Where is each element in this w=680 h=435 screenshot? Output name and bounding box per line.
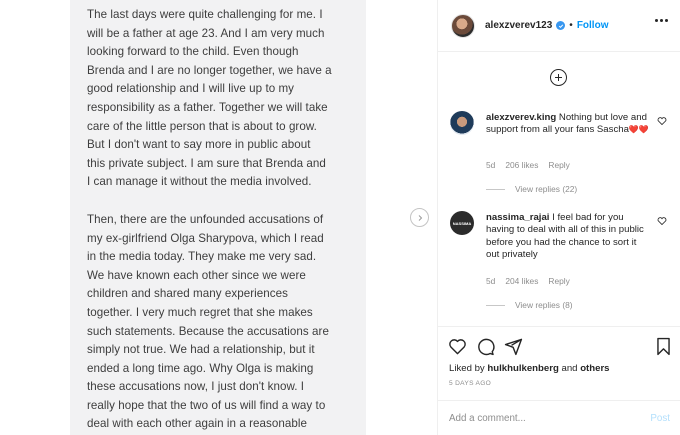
reply-button[interactable]: Reply bbox=[548, 276, 569, 286]
comment-likes[interactable]: 204 likes bbox=[505, 276, 538, 286]
author-username[interactable]: alexzverev123 bbox=[485, 20, 552, 31]
comment-likes[interactable]: 206 likes bbox=[505, 160, 538, 170]
follow-button[interactable]: Follow bbox=[577, 20, 609, 31]
commenter-avatar[interactable] bbox=[450, 111, 474, 135]
liked-prefix: Liked by bbox=[449, 363, 488, 374]
view-replies-label: View replies (22) bbox=[515, 184, 578, 194]
post-date[interactable]: 5 DAYS AGO bbox=[449, 380, 491, 387]
more-options-icon[interactable] bbox=[655, 19, 668, 22]
comment-age: 5d bbox=[486, 160, 496, 170]
reply-button[interactable]: Reply bbox=[548, 160, 569, 170]
comment-meta: 5d 206 likes Reply bbox=[486, 160, 570, 170]
commenter-username[interactable]: alexzverev.king bbox=[486, 112, 556, 123]
author-avatar[interactable] bbox=[451, 13, 475, 38]
comment-emoji: ❤️❤️ bbox=[628, 125, 649, 135]
chevron-right-icon bbox=[418, 214, 422, 221]
replies-divider bbox=[486, 304, 505, 306]
liked-others-link[interactable]: others bbox=[580, 363, 609, 374]
comment-text: nassima_rajai I feel bad for you having … bbox=[486, 212, 651, 262]
heart-icon[interactable] bbox=[448, 337, 467, 356]
add-comment-section: Post bbox=[438, 400, 680, 435]
heart-icon[interactable] bbox=[657, 116, 667, 126]
comment-input[interactable] bbox=[449, 412, 651, 424]
commenter-avatar[interactable]: NASSIMA bbox=[450, 211, 474, 235]
comment-age: 5d bbox=[486, 276, 496, 286]
post-media: The last days were quite challenging for… bbox=[0, 0, 437, 435]
add-circle-icon[interactable] bbox=[550, 69, 567, 86]
view-replies-label: View replies (8) bbox=[515, 300, 573, 310]
view-replies-button[interactable]: View replies (22) bbox=[486, 184, 577, 194]
comment-meta: 5d 204 likes Reply bbox=[486, 276, 570, 286]
separator-dot: • bbox=[569, 20, 573, 31]
note-paragraph-1: The last days were quite challenging for… bbox=[87, 8, 332, 189]
comment-icon[interactable] bbox=[476, 337, 495, 356]
share-icon[interactable] bbox=[504, 337, 523, 356]
comment-text: alexzverev.king Nothing but love and sup… bbox=[486, 112, 651, 137]
replies-divider bbox=[486, 188, 505, 190]
notes-screenshot: The last days were quite challenging for… bbox=[70, 0, 366, 435]
bookmark-icon[interactable] bbox=[655, 337, 672, 356]
liked-and: and bbox=[558, 363, 581, 374]
post-sidebar: alexzverev123 • Follow alexzverev.king N… bbox=[437, 0, 680, 435]
action-icons bbox=[448, 337, 523, 356]
heart-icon[interactable] bbox=[657, 216, 667, 226]
note-paragraph-2: Then, there are the unfounded accusation… bbox=[87, 212, 329, 431]
avatar-text: NASSIMA bbox=[452, 220, 472, 226]
post-actions: Liked by hulkhulkenberg and others 5 DAY… bbox=[438, 326, 680, 400]
post-header: alexzverev123 • Follow bbox=[438, 0, 680, 52]
view-replies-button[interactable]: View replies (8) bbox=[486, 300, 573, 310]
verified-badge-icon bbox=[556, 21, 566, 30]
post-comment-button[interactable]: Post bbox=[650, 413, 670, 424]
liked-user-link[interactable]: hulkhulkenberg bbox=[487, 363, 558, 374]
commenter-username[interactable]: nassima_rajai bbox=[486, 212, 549, 223]
liked-by-text: Liked by hulkhulkenberg and others bbox=[449, 363, 610, 374]
next-image-button[interactable] bbox=[410, 208, 429, 227]
